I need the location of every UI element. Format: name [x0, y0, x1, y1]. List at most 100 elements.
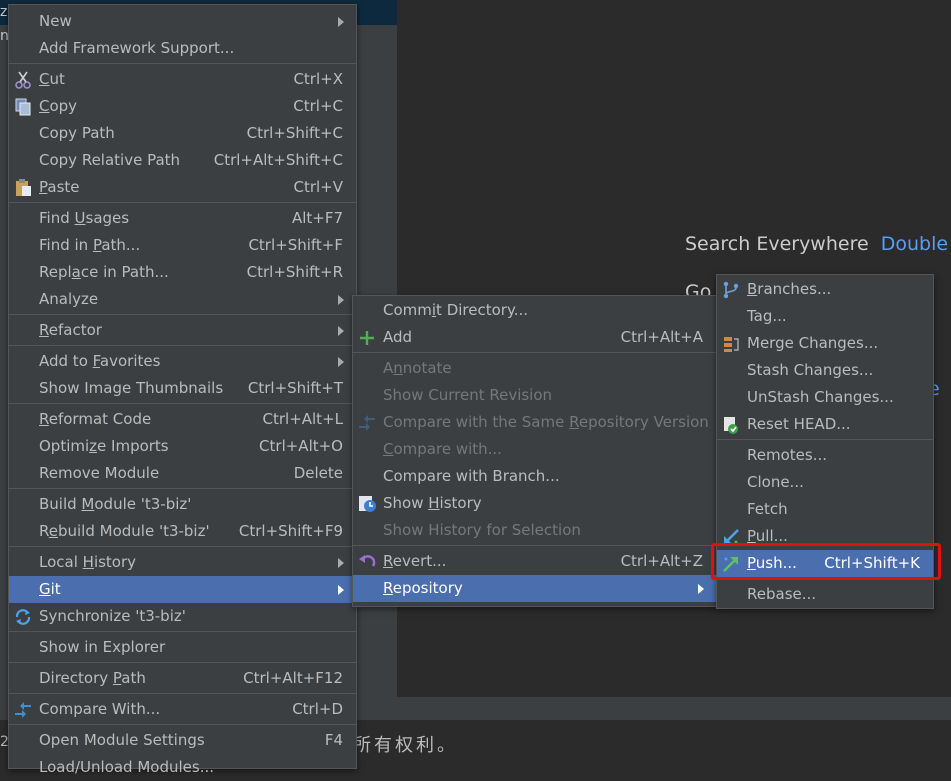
- reset-icon: [721, 415, 741, 435]
- main-menu-item-cut[interactable]: Cut Ctrl+X: [9, 66, 356, 93]
- revert-icon: [357, 552, 377, 572]
- repo-menu-item-rebase[interactable]: Rebase...: [717, 581, 933, 608]
- bottom-copyright-text: 所有权利。: [353, 735, 458, 756]
- compare-icon: [13, 700, 33, 720]
- git-menu-item-add[interactable]: Add Ctrl+Alt+A: [353, 324, 716, 351]
- menu-item-label: Show History: [383, 494, 482, 512]
- main-menu-item-copy-path[interactable]: Copy Path Ctrl+Shift+C: [9, 120, 356, 147]
- header-edge-text: z: [0, 4, 8, 20]
- git-menu-separator: [353, 352, 716, 353]
- main-menu-separator: [9, 403, 356, 404]
- menu-item-label: Cut: [39, 70, 65, 88]
- git-menu-item-revert[interactable]: Revert... Ctrl+Alt+Z: [353, 548, 716, 575]
- repo-menu-item-branches[interactable]: Branches...: [717, 276, 933, 303]
- menu-item-label: Add Framework Support...: [39, 39, 235, 57]
- menu-item-shortcut: Ctrl+Alt+Z: [620, 552, 703, 570]
- menu-item-label: Add to Favorites: [39, 352, 161, 370]
- main-menu-item-show-image-thumbnails[interactable]: Show Image Thumbnails Ctrl+Shift+T: [9, 375, 356, 402]
- repo-menu-item-merge-changes[interactable]: Merge Changes...: [717, 330, 933, 357]
- main-menu-item-compare-with[interactable]: Compare With... Ctrl+D: [9, 696, 356, 723]
- git-submenu: Commit Directory... Add Ctrl+Alt+A Annotate…: [352, 295, 717, 607]
- search-everywhere-key: Double: [880, 233, 949, 255]
- main-menu-separator: [9, 693, 356, 694]
- main-menu-item-paste[interactable]: Paste Ctrl+V: [9, 174, 356, 201]
- menu-item-label: Replace in Path...: [39, 263, 169, 281]
- main-menu-item-reformat-code[interactable]: Reformat Code Ctrl+Alt+L: [9, 406, 356, 433]
- menu-item-label: Fetch: [747, 500, 788, 518]
- menu-item-label: Compare with...: [383, 440, 502, 458]
- git-menu-separator: [353, 545, 716, 546]
- main-menu-item-analyze[interactable]: Analyze: [9, 286, 356, 313]
- repo-menu-item-reset-head[interactable]: Reset HEAD...: [717, 411, 933, 438]
- main-menu-item-build-module-t3-biz[interactable]: Build Module 't3-biz': [9, 491, 356, 518]
- menu-item-label: UnStash Changes...: [747, 388, 894, 406]
- main-menu-separator: [9, 314, 356, 315]
- main-menu-item-synchronize-t3-biz[interactable]: Synchronize 't3-biz': [9, 603, 356, 630]
- git-menu-item-commit-directory[interactable]: Commit Directory...: [353, 297, 716, 324]
- menu-item-label: Annotate: [383, 359, 452, 377]
- main-menu-item-replace-in-path[interactable]: Replace in Path... Ctrl+Shift+R: [9, 259, 356, 286]
- repo-menu-item-unstash-changes[interactable]: UnStash Changes...: [717, 384, 933, 411]
- menu-item-shortcut: Ctrl+Alt+Shift+C: [213, 151, 343, 169]
- menu-item-label: Compare with the Same Repository Version: [383, 413, 709, 431]
- git-menu-item-show-history-for-selection: Show History for Selection: [353, 517, 716, 544]
- paste-icon: [13, 178, 33, 198]
- scissors-icon: [13, 70, 33, 90]
- git-menu-item-show-current-revision: Show Current Revision: [353, 382, 716, 409]
- repo-menu-item-remotes[interactable]: Remotes...: [717, 442, 933, 469]
- main-menu-separator: [9, 631, 356, 632]
- main-menu-separator: [9, 662, 356, 663]
- menu-item-label: Rebase...: [747, 585, 817, 603]
- main-menu-item-find-usages[interactable]: Find Usages Alt+F7: [9, 205, 356, 232]
- main-menu-item-remove-module[interactable]: Remove Module Delete: [9, 460, 356, 487]
- plus-icon: [357, 328, 377, 348]
- git-menu-item-show-history[interactable]: Show History: [353, 490, 716, 517]
- main-menu-item-open-module-settings[interactable]: Open Module Settings F4: [9, 727, 356, 754]
- menu-item-label: Reformat Code: [39, 410, 152, 428]
- main-menu-item-load-unload-modules[interactable]: Load/Unload Modules...: [9, 754, 356, 781]
- menu-item-label: Remove Module: [39, 464, 160, 482]
- main-menu-item-new[interactable]: New: [9, 8, 356, 35]
- repo-menu-item-fetch[interactable]: Fetch: [717, 496, 933, 523]
- main-menu-item-find-in-path[interactable]: Find in Path... Ctrl+Shift+F: [9, 232, 356, 259]
- menu-item-label: Optimize Imports: [39, 437, 169, 455]
- repo-menu-item-tag[interactable]: Tag...: [717, 303, 933, 330]
- menu-item-label: Commit Directory...: [383, 301, 528, 319]
- git-menu-item-repository[interactable]: Repository: [353, 575, 716, 602]
- main-menu-item-optimize-imports[interactable]: Optimize Imports Ctrl+Alt+O: [9, 433, 356, 460]
- menu-item-label: Paste: [39, 178, 80, 196]
- main-menu-item-add-to-favorites[interactable]: Add to Favorites: [9, 348, 356, 375]
- menu-item-label: Show History for Selection: [383, 521, 581, 539]
- menu-item-label: Remotes...: [747, 446, 827, 464]
- main-menu-item-show-in-explorer[interactable]: Show in Explorer: [9, 634, 356, 661]
- menu-item-label: Show Image Thumbnails: [39, 379, 224, 397]
- main-menu-item-git[interactable]: Git: [9, 576, 356, 603]
- main-menu-item-local-history[interactable]: Local History: [9, 549, 356, 576]
- menu-item-label: Find Usages: [39, 209, 130, 227]
- main-menu-item-refactor[interactable]: Refactor: [9, 317, 356, 344]
- menu-item-label: Tag...: [747, 307, 787, 325]
- menu-item-shortcut: F4: [324, 731, 343, 749]
- submenu-arrow-icon: [338, 558, 344, 568]
- repo-menu-item-clone[interactable]: Clone...: [717, 469, 933, 496]
- menu-item-label: Rebuild Module 't3-biz': [39, 522, 210, 540]
- main-menu-item-rebuild-module-t3-biz[interactable]: Rebuild Module 't3-biz' Ctrl+Shift+F9: [9, 518, 356, 545]
- menu-item-label: Clone...: [747, 473, 804, 491]
- git-menu-item-compare-with-the-same-repository-version: Compare with the Same Repository Version: [353, 409, 716, 436]
- repo-menu-item-stash-changes[interactable]: Stash Changes...: [717, 357, 933, 384]
- compare-icon: [357, 413, 377, 433]
- git-menu-item-compare-with-branch[interactable]: Compare with Branch...: [353, 463, 716, 490]
- menu-item-shortcut: Alt+F7: [291, 209, 343, 227]
- menu-item-label: Copy Path: [39, 124, 115, 142]
- main-menu-item-copy-relative-path[interactable]: Copy Relative Path Ctrl+Alt+Shift+C: [9, 147, 356, 174]
- submenu-arrow-icon: [338, 357, 344, 367]
- menu-item-shortcut: Ctrl+Shift+F9: [238, 522, 343, 540]
- menu-item-label: Load/Unload Modules...: [39, 758, 215, 776]
- menu-item-shortcut: Ctrl+Alt+A: [620, 328, 703, 346]
- menu-item-label: New: [39, 12, 72, 30]
- main-menu-item-copy[interactable]: Copy Ctrl+C: [9, 93, 356, 120]
- main-menu-item-directory-path[interactable]: Directory Path Ctrl+Alt+F12: [9, 665, 356, 692]
- submenu-arrow-icon: [338, 295, 344, 305]
- menu-item-label: Analyze: [39, 290, 99, 308]
- main-menu-item-add-framework-support[interactable]: Add Framework Support...: [9, 35, 356, 62]
